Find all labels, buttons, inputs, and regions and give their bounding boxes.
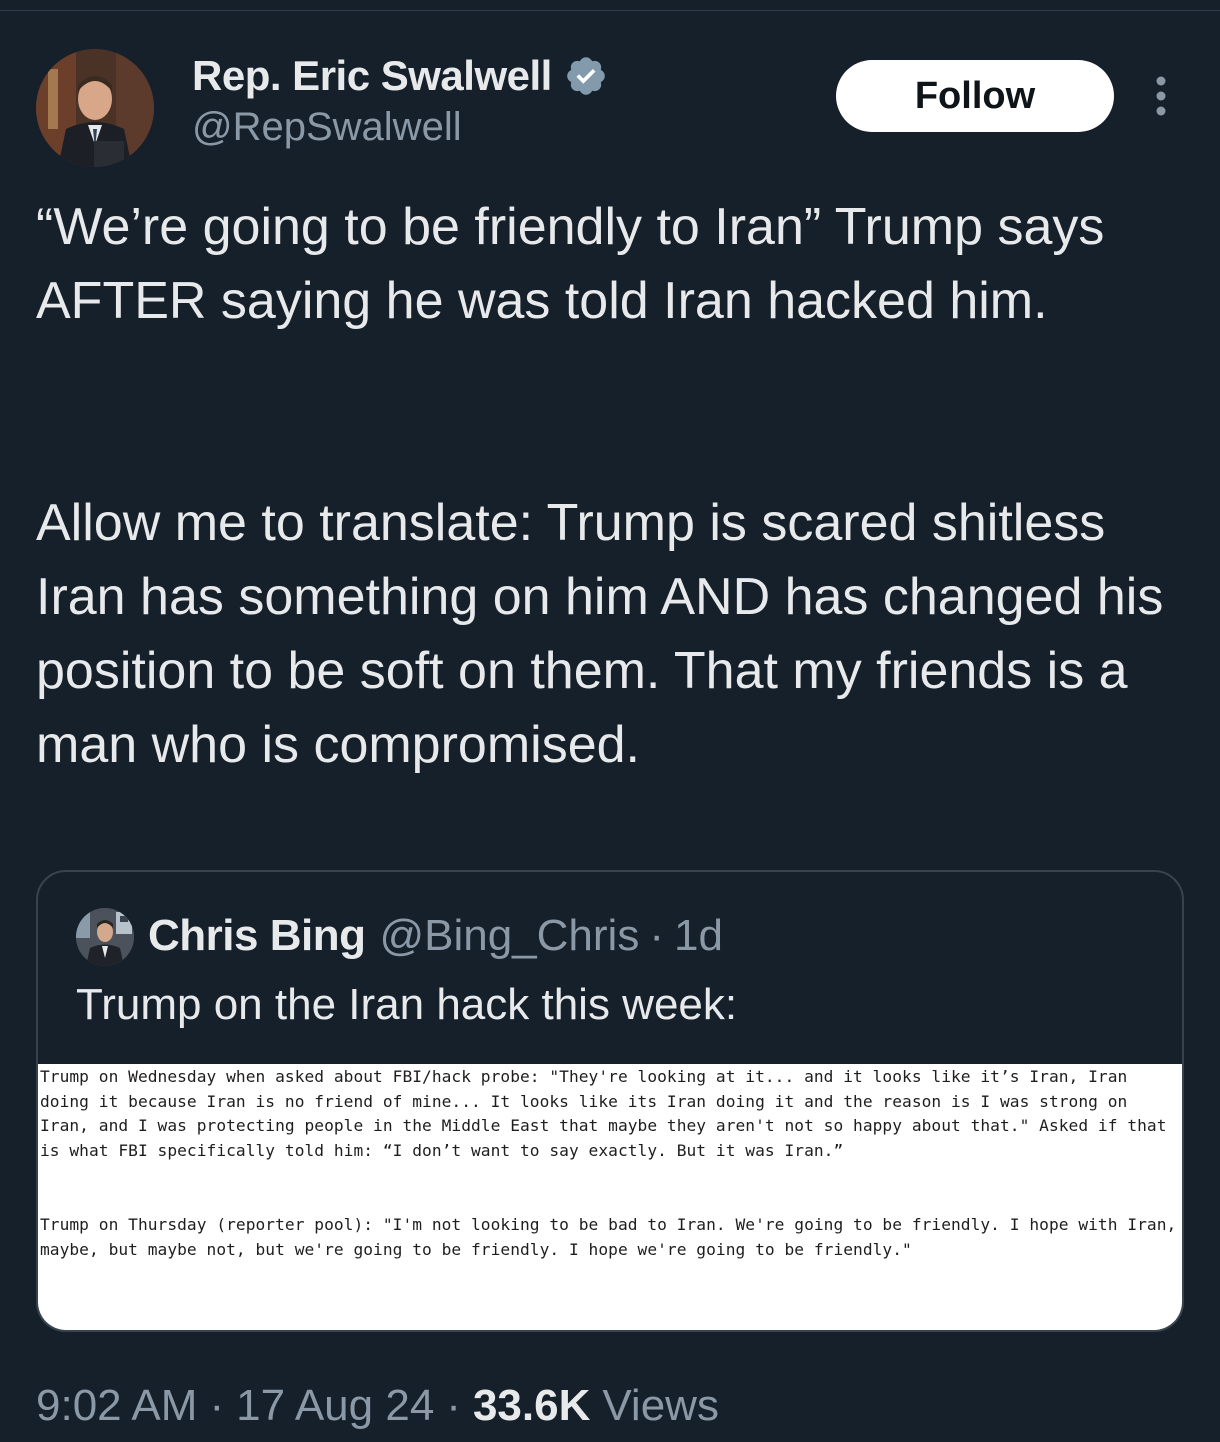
footer-separator: · [446, 1381, 461, 1430]
image-text-paragraph-2: Trump on Thursday (reporter pool): "I'm … [40, 1215, 1177, 1259]
tweet-date[interactable]: 17 Aug 24 [236, 1381, 434, 1431]
quoted-tweet-image[interactable]: Trump on Wednesday when asked about FBI/… [38, 1064, 1182, 1330]
footer-separator: · [209, 1381, 225, 1430]
quoted-author-avatar [76, 908, 134, 966]
tweet-text-paragraph-2: Allow me to translate: Trump is scared s… [36, 494, 1164, 774]
image-text-paragraph-1: Trump on Wednesday when asked about FBI/… [40, 1067, 1167, 1160]
views-label: Views [602, 1381, 719, 1430]
quoted-author-handle[interactable]: @Bing_Chris [379, 911, 639, 961]
tweet-footer: 9:02 AM · 17 Aug 24 · 33.6K Views [36, 1376, 719, 1436]
quoted-timestamp[interactable]: 1d [674, 911, 723, 961]
tweet-time[interactable]: 9:02 AM [36, 1381, 197, 1431]
quoted-tweet-card[interactable]: Chris Bing @Bing_Chris · 1d Trump on the… [36, 870, 1184, 1332]
follow-button[interactable]: Follow [836, 60, 1114, 132]
top-divider [0, 10, 1220, 11]
more-vertical-icon[interactable] [1146, 72, 1176, 120]
quoted-separator: · [649, 911, 664, 960]
quoted-author-name[interactable]: Chris Bing [148, 911, 366, 961]
verified-badge-icon [567, 57, 605, 95]
author-handle[interactable]: @RepSwalwell [192, 105, 462, 150]
author-name-row: Rep. Eric Swalwell [192, 50, 608, 102]
author-avatar[interactable] [36, 49, 154, 167]
views-count: 33.6K [472, 1381, 591, 1430]
quoted-tweet-header: Chris Bing @Bing_Chris · 1d [148, 906, 723, 966]
quoted-tweet-text: Trump on the Iran hack this week: [76, 980, 738, 1029]
profile-photo-icon [36, 49, 154, 167]
tweet-text-paragraph-1: “We’re going to be friendly to Iran” Tru… [36, 198, 1105, 330]
quoted-profile-photo-icon [76, 908, 134, 966]
author-display-name[interactable]: Rep. Eric Swalwell [192, 52, 552, 100]
